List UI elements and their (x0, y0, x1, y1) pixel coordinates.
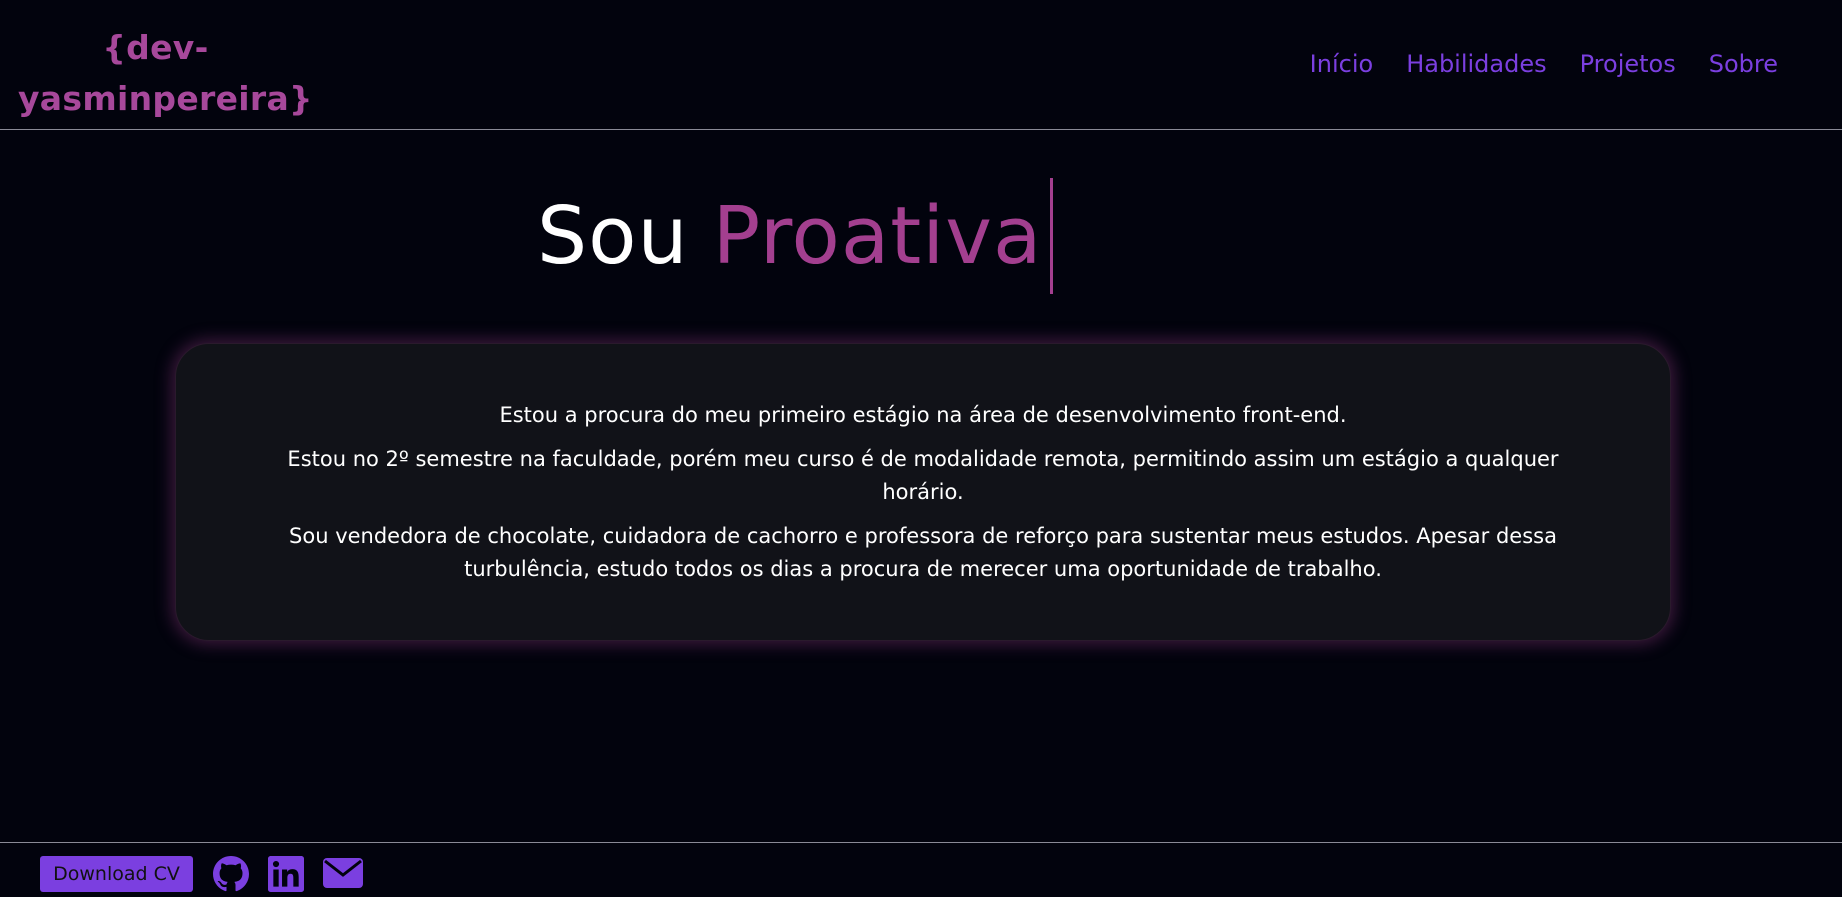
about-paragraph-1: Estou a procura do meu primeiro estágio … (499, 403, 1347, 427)
linkedin-icon (268, 856, 304, 892)
nav-link-inicio[interactable]: Início (1310, 44, 1374, 84)
site-header: {dev- yasminpereira} Início Habilidades … (0, 0, 1842, 130)
nav-link-sobre[interactable]: Sobre (1709, 44, 1778, 84)
logo-line-2: yasminpereira} (18, 79, 313, 118)
site-logo[interactable]: {dev- yasminpereira} (18, 22, 313, 124)
download-cv-button[interactable]: Download CV (40, 856, 193, 892)
about-paragraph-3: Sou vendedora de chocolate, cuidadora de… (289, 524, 1557, 581)
logo-line-1: {dev- (102, 28, 209, 67)
hero-typed-text: Proativa (712, 190, 1043, 282)
linkedin-link[interactable] (268, 856, 304, 892)
nav-link-habilidades[interactable]: Habilidades (1406, 44, 1546, 84)
nav-link-projetos[interactable]: Projetos (1580, 44, 1676, 84)
email-link[interactable] (323, 858, 363, 888)
typing-cursor (1050, 178, 1054, 294)
hero-heading: Sou Proativa (537, 178, 1054, 294)
site-footer: Download CV (0, 842, 1842, 897)
github-icon (213, 856, 249, 892)
github-link[interactable] (213, 856, 249, 892)
main-nav: Início Habilidades Projetos Sobre (1310, 44, 1778, 84)
envelope-icon (323, 858, 363, 888)
hero-static-text: Sou (537, 190, 689, 282)
about-paragraph-2: Estou no 2º semestre na faculdade, porém… (287, 447, 1559, 504)
about-card: Estou a procura do meu primeiro estágio … (175, 343, 1671, 641)
